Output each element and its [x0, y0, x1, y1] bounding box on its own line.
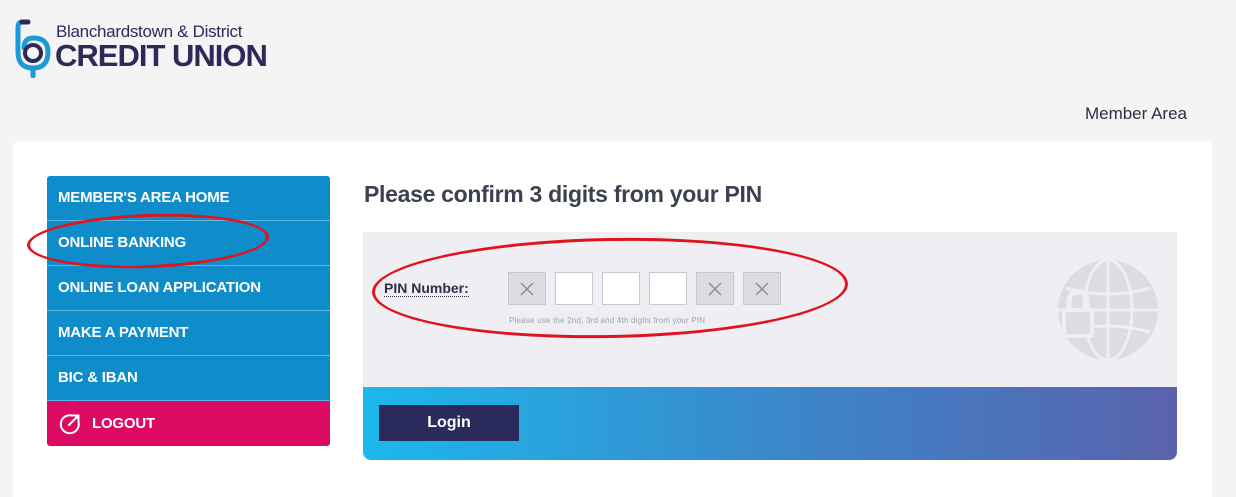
logout-label: LOGOUT	[92, 414, 155, 432]
member-area-link[interactable]: Member Area	[1085, 104, 1187, 124]
login-bar: Login	[363, 387, 1177, 460]
page-title: Please confirm 3 digits from your PIN	[364, 181, 762, 207]
site-header: Blanchardstown & District CREDIT UNION M…	[0, 0, 1236, 140]
pin-entry-box: PIN Number: Please use the 2nd, 3rd and …	[363, 232, 1177, 460]
sidebar-item-members-area-home[interactable]: MEMBER'S AREA HOME	[47, 176, 330, 221]
logo-mark-icon	[15, 19, 51, 78]
pin-digit-5-disabled	[696, 272, 734, 305]
pin-hint-text: Please use the 2nd, 3rd and 4th digits f…	[509, 316, 706, 325]
pin-number-label: PIN Number:	[384, 280, 469, 297]
x-icon	[708, 282, 722, 295]
pin-digit-2-input[interactable]	[555, 272, 593, 305]
pin-digit-3-input[interactable]	[602, 272, 640, 305]
pin-digit-1-disabled	[508, 272, 546, 305]
logo-line2: CREDIT UNION	[55, 38, 268, 73]
x-icon	[755, 282, 769, 295]
sidebar-item-make-a-payment[interactable]: MAKE A PAYMENT	[47, 311, 330, 356]
pin-digit-4-input[interactable]	[649, 272, 687, 305]
sidebar-item-online-banking[interactable]: ONLINE BANKING	[47, 221, 330, 266]
credit-union-logo[interactable]: Blanchardstown & District CREDIT UNION	[14, 18, 284, 80]
sidebar-item-bic-iban[interactable]: BIC & IBAN	[47, 356, 330, 401]
sidebar-nav: MEMBER'S AREA HOME ONLINE BANKING ONLINE…	[47, 176, 330, 446]
logout-arrow-icon	[59, 413, 80, 434]
secure-lock-globe-icon	[1058, 258, 1158, 362]
sidebar-item-online-loan-application[interactable]: ONLINE LOAN APPLICATION	[47, 266, 330, 311]
sidebar-item-logout[interactable]: LOGOUT	[47, 401, 330, 446]
x-icon	[520, 282, 534, 295]
pin-digit-6-disabled	[743, 272, 781, 305]
login-button[interactable]: Login	[379, 405, 519, 441]
